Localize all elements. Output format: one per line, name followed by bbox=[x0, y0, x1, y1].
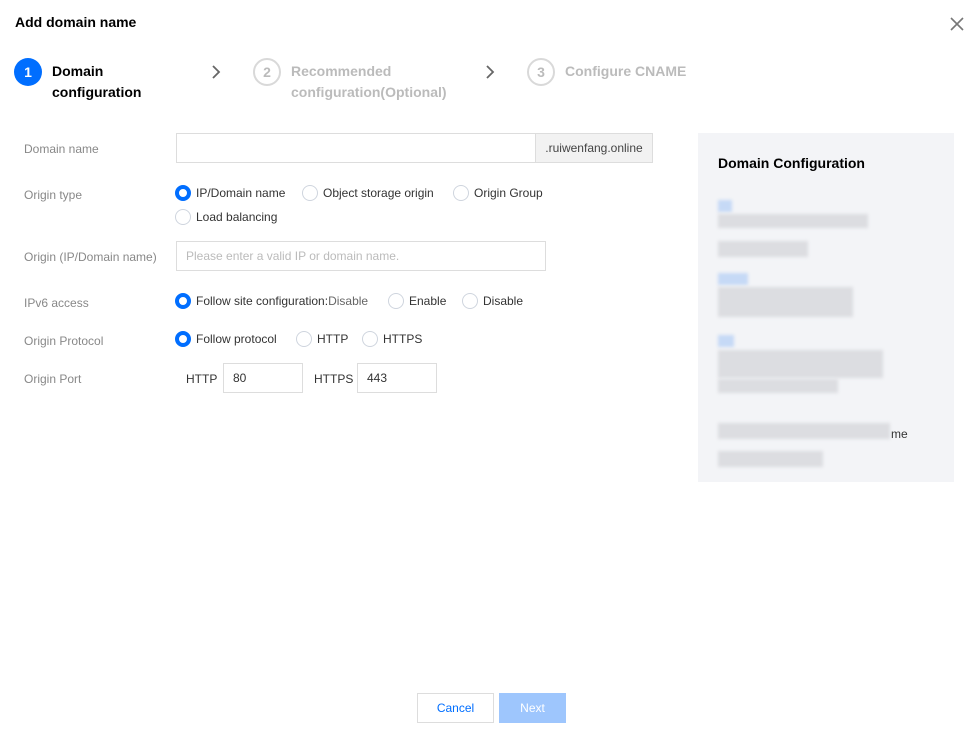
http-port-label: HTTP bbox=[186, 372, 218, 386]
step-1-label: Domain configuration bbox=[52, 63, 142, 100]
domain-suffix: .ruiwenfang.online bbox=[535, 133, 653, 163]
origin-protocol-label: Origin Protocol bbox=[24, 334, 104, 348]
step-3-label: Configure CNAME bbox=[565, 63, 687, 79]
protocol-https-radio[interactable]: HTTPS bbox=[362, 331, 422, 347]
origin-type-object-storage-radio[interactable]: Object storage origin bbox=[302, 185, 434, 201]
radio-checked-icon bbox=[175, 331, 191, 347]
ipv6-follow-site-radio[interactable]: Follow site configuration: Disable bbox=[175, 293, 368, 309]
radio-unchecked-icon bbox=[362, 331, 378, 347]
chevron-right-icon bbox=[212, 65, 221, 79]
blurred-content bbox=[718, 451, 823, 467]
next-button[interactable]: Next bbox=[499, 693, 566, 723]
radio-unchecked-icon bbox=[296, 331, 312, 347]
blurred-content bbox=[718, 379, 838, 393]
domain-name-label: Domain name bbox=[24, 142, 99, 156]
panel-title: Domain Configuration bbox=[718, 155, 865, 171]
blurred-content bbox=[718, 350, 883, 378]
radio-unchecked-icon bbox=[302, 185, 318, 201]
blurred-content bbox=[718, 423, 890, 439]
blurred-content bbox=[718, 287, 853, 317]
origin-type-load-balancing-radio[interactable]: Load balancing bbox=[175, 209, 277, 225]
dialog-title: Add domain name bbox=[15, 14, 137, 30]
ipv6-disable-radio[interactable]: Disable bbox=[462, 293, 523, 309]
origin-input[interactable]: Please enter a valid IP or domain name. bbox=[176, 241, 546, 271]
blurred-content bbox=[718, 335, 734, 347]
step-1-number: 1 bbox=[14, 58, 42, 86]
radio-checked-icon bbox=[175, 185, 191, 201]
chevron-right-icon bbox=[486, 65, 495, 79]
protocol-follow-radio[interactable]: Follow protocol bbox=[175, 331, 277, 347]
radio-checked-icon bbox=[175, 293, 191, 309]
origin-type-label: Origin type bbox=[24, 188, 83, 202]
ipv6-enable-radio[interactable]: Enable bbox=[388, 293, 446, 309]
origin-label: Origin (IP/Domain name) bbox=[24, 250, 157, 264]
http-port-input[interactable]: 80 bbox=[223, 363, 303, 393]
origin-type-ip-domain-radio[interactable]: IP/Domain name bbox=[175, 185, 285, 201]
blurred-content bbox=[718, 214, 868, 228]
step-2-label: Recommended configuration(Optional) bbox=[291, 63, 447, 100]
radio-unchecked-icon bbox=[462, 293, 478, 309]
protocol-http-radio[interactable]: HTTP bbox=[296, 331, 348, 347]
radio-unchecked-icon bbox=[388, 293, 404, 309]
https-port-label: HTTPS bbox=[314, 372, 354, 386]
radio-unchecked-icon bbox=[175, 209, 191, 225]
ipv6-access-label: IPv6 access bbox=[24, 296, 89, 310]
origin-type-origin-group-radio[interactable]: Origin Group bbox=[453, 185, 543, 201]
panel-text-fragment: me bbox=[891, 427, 908, 441]
radio-unchecked-icon bbox=[453, 185, 469, 201]
blurred-content bbox=[718, 241, 808, 257]
origin-port-label: Origin Port bbox=[24, 372, 82, 386]
step-3-number: 3 bbox=[527, 58, 555, 86]
close-icon[interactable] bbox=[947, 14, 967, 34]
blurred-content bbox=[718, 200, 732, 212]
domain-configuration-panel: Domain Configuration me bbox=[698, 133, 954, 482]
step-2-number: 2 bbox=[253, 58, 281, 86]
blurred-content bbox=[718, 273, 748, 285]
cancel-button[interactable]: Cancel bbox=[417, 693, 494, 723]
domain-name-input[interactable] bbox=[176, 133, 536, 163]
https-port-input[interactable]: 443 bbox=[357, 363, 437, 393]
